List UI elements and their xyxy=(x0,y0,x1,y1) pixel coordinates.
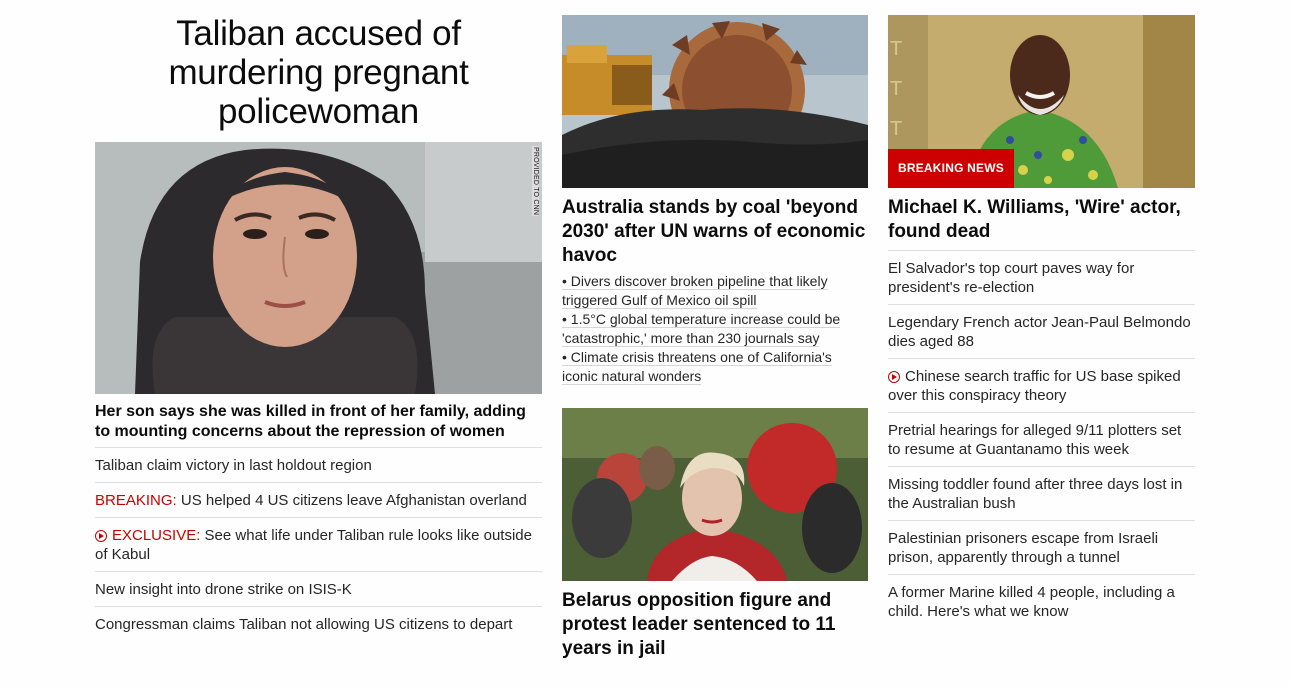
bullet-link[interactable]: • Climate crisis threatens one of Califo… xyxy=(562,349,832,385)
policewoman-illustration xyxy=(95,142,542,394)
bullet-item[interactable]: • Divers discover broken pipeline that l… xyxy=(562,272,868,310)
coal-excavator-illustration xyxy=(562,15,868,188)
svg-text:T: T xyxy=(890,118,902,140)
svg-text:T: T xyxy=(890,78,902,100)
breaking-news-badge[interactable]: BREAKING NEWS xyxy=(888,149,1014,188)
right-related-list: El Salvador's top court paves way for pr… xyxy=(888,250,1195,628)
list-item[interactable]: El Salvador's top court paves way for pr… xyxy=(888,250,1195,304)
belarus-headline[interactable]: Belarus opposition figure and protest le… xyxy=(562,589,868,661)
list-item-text[interactable]: Pretrial hearings for alleged 9/11 plott… xyxy=(888,422,1181,458)
list-item-text[interactable]: Taliban claim victory in last holdout re… xyxy=(95,457,372,474)
michael-k-williams-photo[interactable]: TTT BREAKING NEWS xyxy=(888,15,1195,188)
list-item-text[interactable]: Palestinian prisoners escape from Israel… xyxy=(888,530,1158,566)
list-item-text[interactable]: Legendary French actor Jean-Paul Belmond… xyxy=(888,314,1191,350)
list-item-text[interactable]: US helped 4 US citizens leave Afghanista… xyxy=(177,492,527,509)
list-item[interactable]: Pretrial hearings for alleged 9/11 plott… xyxy=(888,412,1195,466)
svg-text:T: T xyxy=(890,38,902,60)
list-item[interactable]: Legendary French actor Jean-Paul Belmond… xyxy=(888,304,1195,358)
list-item[interactable]: A former Marine killed 4 people, includi… xyxy=(888,574,1195,628)
lead-subheadline[interactable]: Her son says she was killed in front of … xyxy=(95,402,542,442)
michael-k-williams-headline[interactable]: Michael K. Williams, 'Wire' actor, found… xyxy=(888,196,1195,244)
belarus-protest-photo[interactable] xyxy=(562,408,868,581)
list-item-text[interactable]: Missing toddler found after three days l… xyxy=(888,476,1182,512)
lead-related-list: Taliban claim victory in last holdout re… xyxy=(95,447,542,641)
list-item[interactable]: Chinese search traffic for US base spike… xyxy=(888,358,1195,412)
photo-credit-tag: PROVIDED TO CNN xyxy=(532,146,539,217)
list-item-text[interactable]: El Salvador's top court paves way for pr… xyxy=(888,260,1134,296)
exclusive-label: EXCLUSIVE: xyxy=(112,527,201,544)
list-item[interactable]: Missing toddler found after three days l… xyxy=(888,466,1195,520)
list-item-text[interactable]: A former Marine killed 4 people, includi… xyxy=(888,584,1175,620)
bullet-item[interactable]: • 1.5°C global temperature increase coul… xyxy=(562,310,868,348)
play-icon xyxy=(888,371,900,383)
list-item[interactable]: Palestinian prisoners escape from Israel… xyxy=(888,520,1195,574)
list-item[interactable]: New insight into drone strike on ISIS-K xyxy=(95,571,542,606)
bullet-item[interactable]: • Climate crisis threatens one of Califo… xyxy=(562,348,868,386)
lead-story-column: Taliban accused of murdering pregnant po… xyxy=(95,14,542,633)
belarus-protest-illustration xyxy=(562,408,868,581)
bullet-link[interactable]: • 1.5°C global temperature increase coul… xyxy=(562,311,841,347)
list-item[interactable]: EXCLUSIVE: See what life under Taliban r… xyxy=(95,517,542,571)
coal-headline[interactable]: Australia stands by coal 'beyond 2030' a… xyxy=(562,196,868,268)
list-item[interactable]: BREAKING: US helped 4 US citizens leave … xyxy=(95,482,542,517)
bullet-link[interactable]: • Divers discover broken pipeline that l… xyxy=(562,273,828,309)
play-icon xyxy=(95,530,107,542)
list-item-text[interactable]: Chinese search traffic for US base spike… xyxy=(888,368,1181,404)
coal-excavator-photo[interactable] xyxy=(562,15,868,188)
list-item[interactable]: Taliban claim victory in last holdout re… xyxy=(95,447,542,482)
list-item[interactable]: Congressman claims Taliban not allowing … xyxy=(95,606,542,641)
climate-bullet-list: • Divers discover broken pipeline that l… xyxy=(562,272,868,386)
breaking-label: BREAKING: xyxy=(95,492,177,509)
policewoman-photo[interactable]: PROVIDED TO CNN xyxy=(95,142,542,394)
list-item-text[interactable]: Congressman claims Taliban not allowing … xyxy=(95,616,512,633)
lead-headline[interactable]: Taliban accused of murdering pregnant po… xyxy=(95,14,542,131)
list-item-text[interactable]: New insight into drone strike on ISIS-K xyxy=(95,581,352,598)
